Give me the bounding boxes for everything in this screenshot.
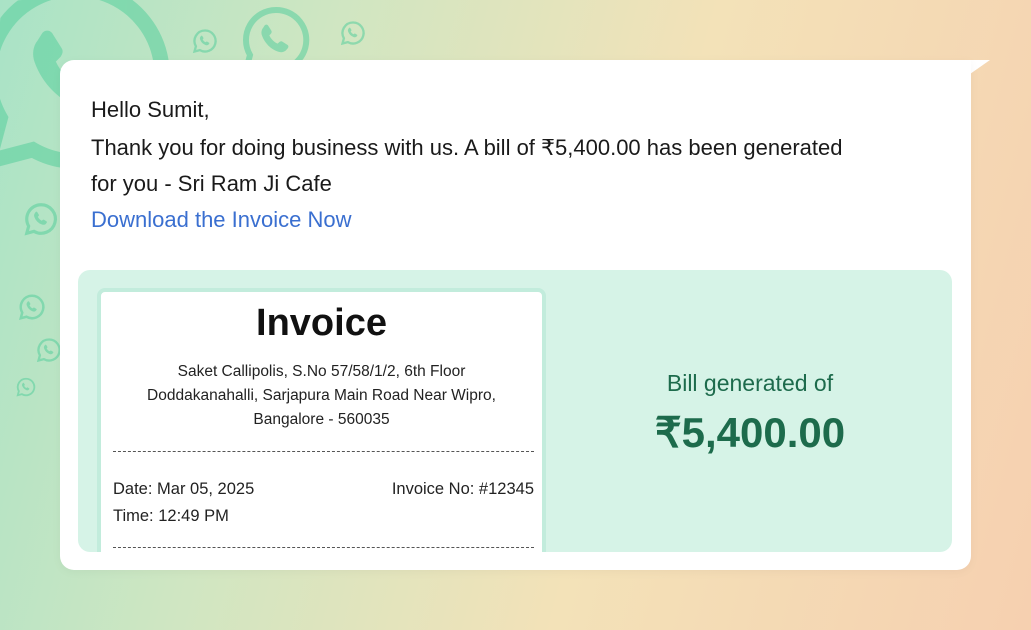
- download-invoice-link[interactable]: Download the Invoice Now: [91, 207, 351, 233]
- whatsapp-icon: [191, 27, 219, 55]
- invoice-card[interactable]: Invoice Saket Callipolis, S.No 57/58/1/2…: [97, 288, 546, 552]
- invoice-time: Time: 12:49 PM: [113, 507, 229, 525]
- background: Hello Sumit, Thank you for doing busines…: [0, 0, 1031, 630]
- whatsapp-icon: [15, 376, 37, 398]
- whatsapp-icon: [35, 336, 63, 364]
- invoice-address: Saket Callipolis, S.No 57/58/1/2, 6th Fl…: [147, 363, 496, 428]
- message-body: Thank you for doing business with us. A …: [91, 135, 843, 196]
- whatsapp-icon: [22, 200, 60, 238]
- bubble-tail: [970, 60, 990, 74]
- bill-label: Bill generated of: [666, 370, 834, 396]
- greeting-text: Hello Sumit,: [91, 97, 210, 122]
- invoice-title: Invoice: [256, 302, 387, 344]
- divider: [113, 547, 534, 548]
- invoice-number: Invoice No: #12345: [391, 480, 534, 498]
- whatsapp-icon: [17, 292, 47, 322]
- bill-amount: ₹5,400.00: [654, 409, 846, 456]
- invoice-date: Date: Mar 05, 2025: [113, 480, 255, 498]
- message-bubble: Hello Sumit, Thank you for doing busines…: [60, 60, 971, 570]
- divider: [113, 451, 534, 452]
- invoice-preview-panel: Invoice Saket Callipolis, S.No 57/58/1/2…: [78, 270, 952, 552]
- whatsapp-icon: [339, 19, 367, 47]
